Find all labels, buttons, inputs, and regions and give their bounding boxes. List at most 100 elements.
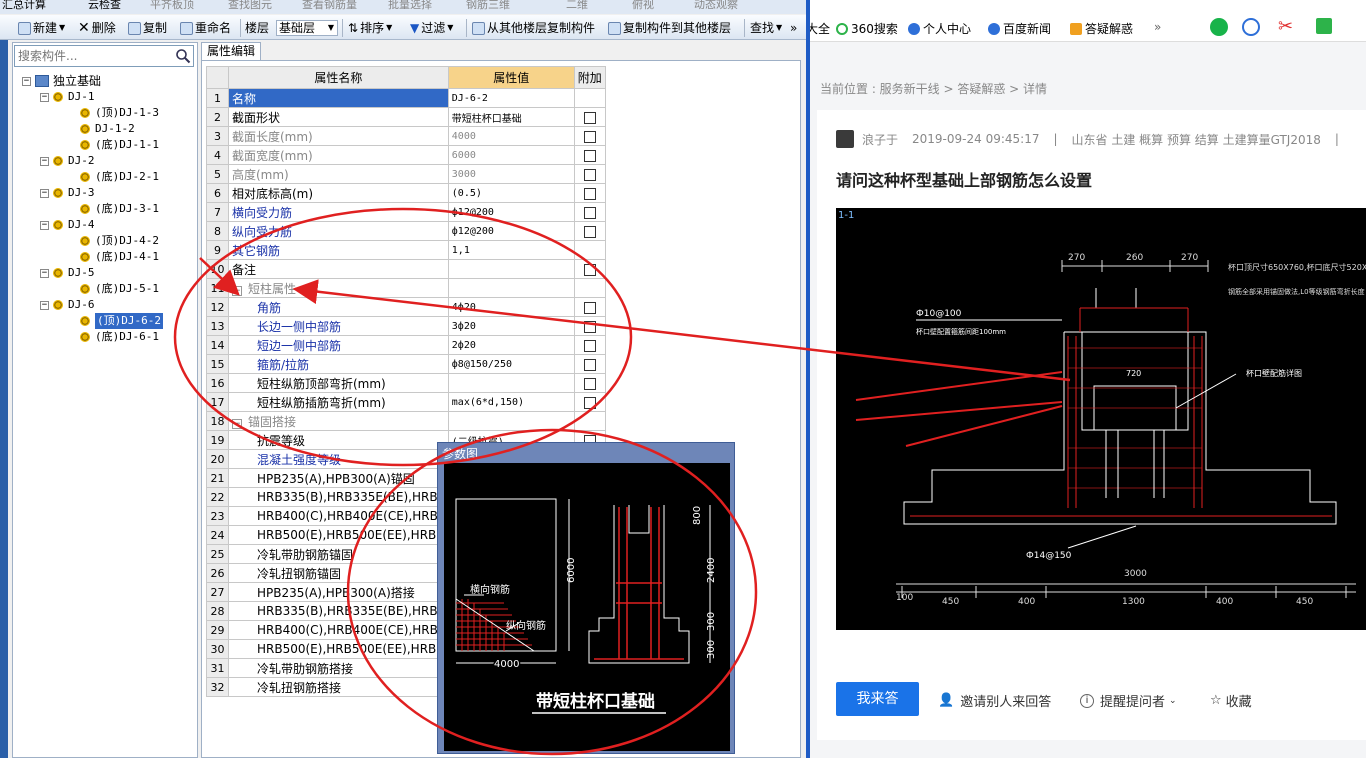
answer-button[interactable]: 我来答 [836, 682, 919, 716]
attach-checkbox[interactable] [583, 320, 596, 333]
avatar[interactable] [836, 130, 854, 148]
property-value[interactable]: 4000 [447, 126, 575, 146]
tree-group-item[interactable]: − DJ-2 [40, 153, 95, 169]
property-value[interactable]: ф12@200 [447, 221, 575, 241]
bookmark-baidu-news[interactable]: 百度新闻 [988, 20, 1051, 37]
property-value[interactable]: 4ф20 [447, 297, 575, 317]
property-row[interactable]: 8 纵向受力筋 ф12@200 [206, 221, 606, 241]
property-row[interactable]: 4 截面宽度(mm) 6000 [206, 145, 606, 165]
bookmark-360search[interactable]: 360搜索 [836, 20, 898, 37]
new-button[interactable]: 新建 ▼ [18, 20, 65, 36]
toolbar-overflow-button[interactable]: » [790, 20, 797, 36]
property-row[interactable]: 18− 锚固搭接 [206, 411, 606, 431]
menu-batch-select[interactable]: 批量选择 [388, 0, 432, 12]
collapse-icon[interactable]: − [232, 418, 242, 429]
property-value[interactable]: 带短柱杯口基础 [447, 107, 575, 127]
tree-group-item[interactable]: − DJ-1 [40, 89, 95, 105]
attach-checkbox[interactable] [583, 301, 596, 314]
property-row[interactable]: 14 短边一侧中部筋 2ф20 [206, 335, 606, 355]
collapse-icon[interactable]: − [40, 156, 49, 166]
attach-checkbox[interactable] [583, 130, 596, 143]
find-button[interactable]: 查找 ▼ [750, 20, 782, 36]
bookmarks-overflow[interactable]: » [1154, 20, 1161, 34]
property-row[interactable]: 1 名称 DJ-6-2 [206, 88, 606, 108]
property-value[interactable]: 3ф20 [447, 316, 575, 336]
attach-checkbox[interactable] [583, 149, 596, 162]
bookmark-user-center[interactable]: 个人中心 [908, 20, 971, 37]
property-value[interactable]: 1,1 [447, 240, 575, 260]
copy-button[interactable]: 复制 [128, 20, 167, 36]
property-value[interactable]: DJ-6-2 [447, 88, 575, 108]
search-input[interactable] [15, 46, 170, 66]
property-value[interactable] [447, 373, 575, 393]
property-row[interactable]: 2 截面形状 带短柱杯口基础 [206, 107, 606, 127]
collapse-icon[interactable]: − [40, 220, 49, 230]
property-value[interactable] [447, 411, 575, 431]
tree-leaf-item[interactable]: (底)DJ-4-1 [76, 249, 159, 265]
menu-align-top[interactable]: 平齐板顶 [150, 0, 194, 12]
property-row[interactable]: 11− 短柱属性 [206, 278, 606, 298]
property-row[interactable]: 10 备注 [206, 259, 606, 279]
collapse-icon[interactable]: − [40, 268, 49, 278]
property-value[interactable]: ф12@200 [447, 202, 575, 222]
property-value[interactable]: 2ф20 [447, 335, 575, 355]
menu-cloud-check[interactable]: 云检查 [88, 0, 121, 12]
tree-leaf-item[interactable]: (底)DJ-2-1 [76, 169, 159, 185]
tree-leaf-item[interactable]: (底)DJ-3-1 [76, 201, 159, 217]
filter-button[interactable]: ▼ 过滤 ▼ [410, 20, 453, 36]
tree-leaf-item[interactable]: (顶)DJ-1-3 [76, 105, 159, 121]
copy-from-floor-button[interactable]: 从其他楼层复制构件 [472, 20, 595, 36]
bookmark-daquan[interactable]: 大全 [810, 20, 830, 37]
tab-property-edit[interactable]: 属性编辑 [201, 42, 261, 60]
tree-leaf-item[interactable]: (底)DJ-5-1 [76, 281, 159, 297]
scissors-icon[interactable]: ✂ [1278, 16, 1293, 37]
invite-button[interactable]: 👤 邀请别人来回答 [938, 691, 1051, 710]
attach-checkbox[interactable] [583, 377, 596, 390]
attach-checkbox[interactable] [583, 358, 596, 371]
search-icon[interactable] [175, 48, 191, 64]
tree-group-item[interactable]: − DJ-3 [40, 185, 95, 201]
property-value[interactable] [447, 278, 575, 298]
property-row[interactable]: 13 长边一侧中部筋 3ф20 [206, 316, 606, 336]
property-value[interactable]: (0.5) [447, 183, 575, 203]
menu-view-rebar[interactable]: 查看钢筋量 [302, 0, 357, 12]
tree-leaf-item[interactable]: (底)DJ-6-1 [76, 329, 159, 345]
property-value[interactable]: max(6*d,150) [447, 392, 575, 412]
attach-checkbox[interactable] [583, 225, 596, 238]
property-value[interactable]: 3000 [447, 164, 575, 184]
collapse-icon[interactable]: − [40, 300, 49, 310]
property-row[interactable]: 5 高度(mm) 3000 [206, 164, 606, 184]
property-value[interactable]: 6000 [447, 145, 575, 165]
attach-checkbox[interactable] [583, 187, 596, 200]
attach-checkbox[interactable] [583, 396, 596, 409]
property-row[interactable]: 17 短柱纵筋插筋弯折(mm) max(6*d,150) [206, 392, 606, 412]
property-row[interactable]: 3 截面长度(mm) 4000 [206, 126, 606, 146]
tree-leaf-item[interactable]: (顶)DJ-6-2 [76, 313, 163, 329]
extension-minus-icon[interactable] [1242, 18, 1263, 36]
attach-checkbox[interactable] [583, 206, 596, 219]
property-row[interactable]: 12 角筋 4ф20 [206, 297, 606, 317]
property-row[interactable]: 15 箍筋/拉筋 ф8@150/250 [206, 354, 606, 374]
delete-button[interactable]: ✕ 删除 [78, 20, 116, 36]
copy-to-floor-button[interactable]: 复制构件到其他楼层 [608, 20, 731, 36]
attach-checkbox[interactable] [583, 168, 596, 181]
attach-checkbox[interactable] [583, 263, 596, 276]
remind-asker-button[interactable]: i 提醒提问者 ⌄ [1080, 691, 1177, 710]
collapse-icon[interactable]: − [40, 92, 49, 102]
author-name[interactable]: 浪子于 [862, 131, 898, 148]
tree-leaf-item[interactable]: (顶)DJ-4-2 [76, 233, 159, 249]
tree-group-item[interactable]: − DJ-4 [40, 217, 95, 233]
tree-leaf-item[interactable]: (底)DJ-1-1 [76, 137, 159, 153]
menu-orbit[interactable]: 动态观察 [694, 0, 738, 12]
rename-button[interactable]: 重命名 [180, 20, 231, 36]
property-row[interactable]: 7 横向受力筋 ф12@200 [206, 202, 606, 222]
menu-2d[interactable]: 二维 [566, 0, 588, 12]
extension-green-icon[interactable] [1210, 18, 1231, 36]
property-value[interactable] [447, 259, 575, 279]
favorite-button[interactable]: ☆ 收藏 [1210, 691, 1252, 710]
property-row[interactable]: 9 其它钢筋 1,1 [206, 240, 606, 260]
menu-summary[interactable]: 汇总计算 [2, 0, 46, 12]
collapse-icon[interactable]: − [40, 188, 49, 198]
collapse-icon[interactable]: − [22, 76, 31, 86]
floor-select[interactable]: 基础层 ▼ [276, 20, 338, 36]
